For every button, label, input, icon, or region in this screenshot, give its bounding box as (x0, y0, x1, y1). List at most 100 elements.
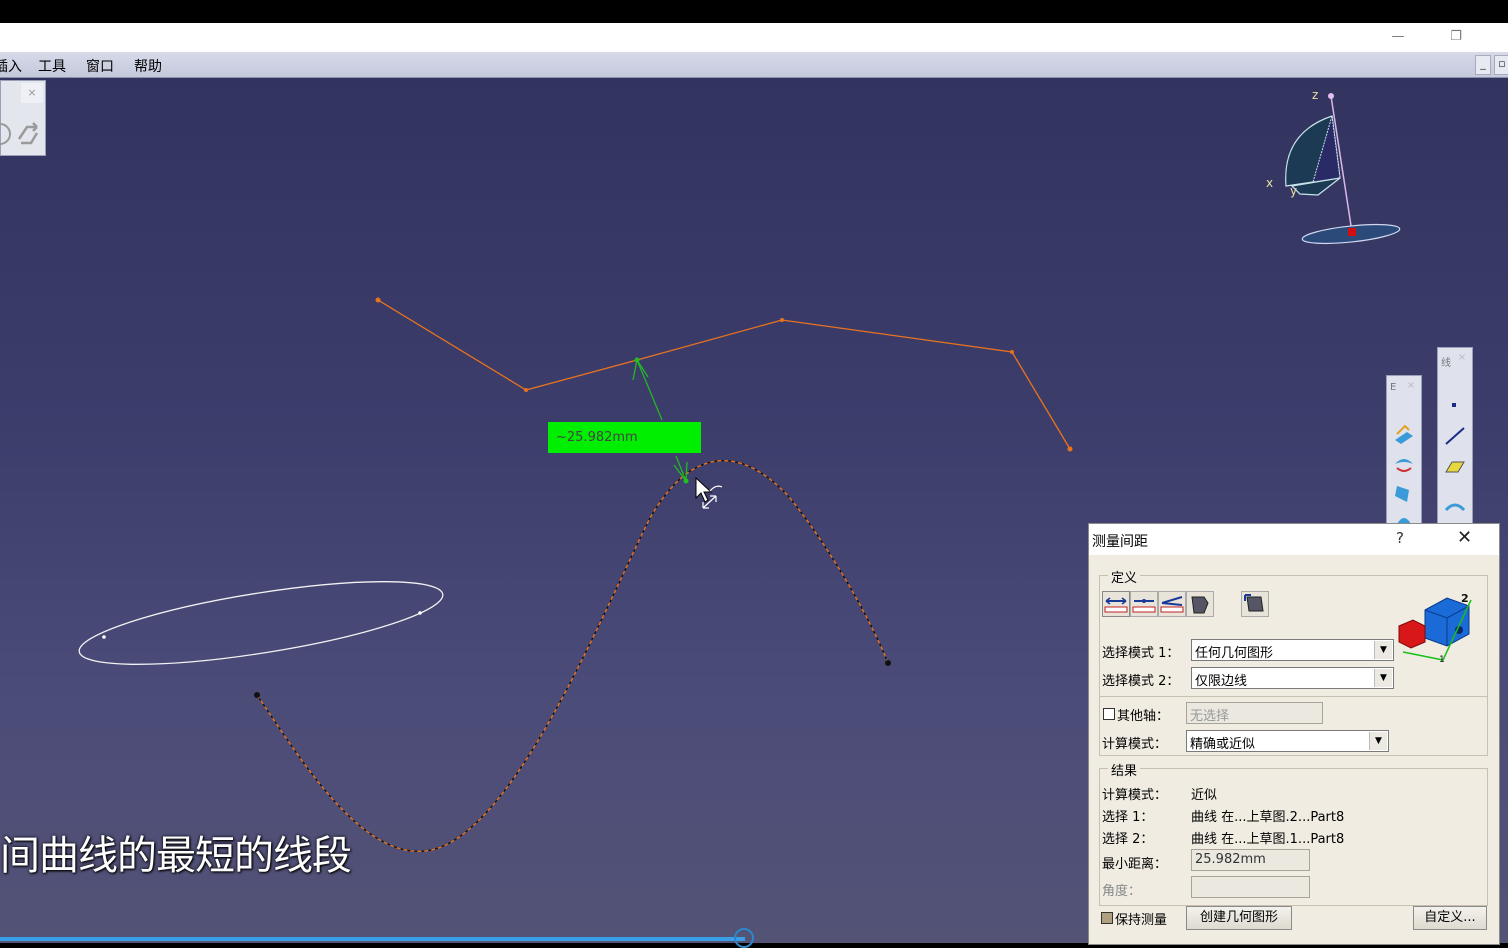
chevron-down-icon[interactable]: ▼ (1369, 732, 1387, 750)
svg-text:2: 2 (1461, 592, 1469, 605)
measure-chain-icon[interactable] (1130, 591, 1158, 617)
line-icon[interactable] (1442, 424, 1468, 448)
polyline-vertex (524, 388, 528, 392)
menu-window[interactable]: 窗口 (86, 56, 114, 76)
compass-y-label: y (1290, 184, 1298, 198)
wireframe-toolbar: 线 × (1437, 347, 1473, 527)
video-progress-bar[interactable] (0, 937, 745, 941)
plane-icon[interactable] (1442, 454, 1468, 478)
toolbar-close-icon[interactable]: × (1454, 350, 1470, 366)
compass-z-label: z (1312, 88, 1319, 102)
calc-mode-dropdown[interactable]: 精确或近似 ▼ (1186, 730, 1389, 752)
selection-1-value: 曲线 在...上草图.2...Part8 (1191, 810, 1345, 825)
selection-1-label: 选择 1： (1102, 810, 1154, 825)
menu-bar: 插入 工具 窗口 帮助 (0, 52, 1508, 78)
min-distance-field: 25.982mm (1191, 849, 1310, 871)
doc-restore-button[interactable]: ▫ (1494, 55, 1508, 75)
minimize-button[interactable]: — (1389, 28, 1407, 46)
polyline-sketch-2 (377, 299, 1071, 450)
result-calc-mode-value: 近似 (1191, 788, 1218, 803)
create-geometry-button[interactable]: 创建几何图形 (1186, 906, 1292, 930)
angle-label: 角度： (1102, 884, 1142, 899)
angle-field (1191, 876, 1310, 898)
definition-group-label: 定义 (1108, 567, 1141, 586)
measurement-label: ~25.982mm (548, 422, 701, 453)
compass-icon (1285, 93, 1401, 245)
calc-mode-label: 计算模式： (1102, 737, 1168, 752)
polyline-vertex (1010, 350, 1014, 354)
title-bar (0, 23, 1508, 52)
select-mode-2-label: 选择模式 2： (1102, 674, 1180, 689)
result-group-label: 结果 (1108, 760, 1141, 779)
chevron-down-icon[interactable]: ▼ (1374, 669, 1392, 687)
measure-fan-icon[interactable] (1158, 591, 1186, 617)
select-mode-1-dropdown[interactable]: 任何几何图形 ▼ (1191, 639, 1394, 661)
other-axis-label: 其他轴： (1117, 709, 1170, 724)
update-icon[interactable] (13, 119, 43, 149)
ellipse-curve (78, 581, 444, 665)
toolbar-close-icon[interactable]: × (21, 83, 43, 103)
select-mode-1-value: 任何几何图形 (1195, 646, 1274, 661)
svg-text:1: 1 (1439, 655, 1445, 665)
selection-2-label: 选择 2： (1102, 832, 1154, 847)
sweep-surface-icon[interactable] (1391, 480, 1417, 504)
other-axis-checkbox[interactable] (1103, 708, 1115, 720)
projection-icon[interactable] (1442, 494, 1468, 518)
other-axis-placeholder: 无选择 (1190, 709, 1230, 724)
doc-minimize-button[interactable]: _ (1475, 55, 1491, 75)
measurement-value: ~25.982mm (556, 430, 638, 445)
chevron-down-icon[interactable]: ▼ (1374, 641, 1392, 659)
min-distance-label: 最小距离： (1102, 857, 1168, 872)
top-black-bar (0, 0, 1508, 23)
keep-measure-label: 保持测量 (1115, 913, 1168, 928)
spline-curve-highlight (256, 460, 889, 852)
polyline-vertex (1067, 446, 1073, 452)
customize-button[interactable]: 自定义... (1413, 906, 1487, 930)
calc-mode-value: 精确或近似 (1190, 737, 1256, 752)
menu-help[interactable]: 帮助 (134, 56, 162, 76)
measure-thickness-icon[interactable] (1241, 591, 1269, 617)
measure-between-icon[interactable] (1102, 591, 1130, 617)
toolbar-title: E (1390, 382, 1397, 393)
surface-toolbar: E × (1386, 375, 1422, 528)
spline-curve-sketch-1 (256, 460, 889, 852)
video-subtitle: 间曲线的最短的线段 (0, 833, 352, 879)
menu-insert[interactable]: 插入 (0, 56, 22, 76)
polyline-vertex (780, 318, 784, 322)
point-icon[interactable] (1442, 394, 1468, 418)
result-calc-mode-label: 计算模式： (1102, 788, 1168, 803)
select-mode-2-dropdown[interactable]: 仅限边线 ▼ (1191, 667, 1394, 689)
measure-line-bottom (675, 455, 687, 482)
ellipse-point (418, 611, 422, 615)
measure-endpoint (683, 478, 689, 484)
toolbar-close-icon[interactable]: × (1403, 378, 1419, 394)
dialog-title-bar: 测量间距 ? ✕ (1089, 524, 1499, 555)
select-mode-2-value: 仅限边线 (1195, 674, 1248, 689)
measure-item-icon[interactable] (1186, 591, 1214, 617)
extrude-surface-icon[interactable] (1391, 422, 1417, 446)
polyline-vertex (375, 297, 381, 303)
video-progress-knob[interactable] (734, 928, 754, 948)
spline-endpoint (254, 692, 260, 698)
revolve-surface-icon[interactable] (1391, 452, 1417, 476)
measure-line-top (636, 359, 663, 421)
help-button[interactable]: ? (1396, 529, 1404, 547)
compass-x-label: x (1266, 176, 1274, 190)
keep-measure-checkbox[interactable] (1101, 912, 1113, 924)
measure-arrow-top (632, 359, 649, 381)
left-toolbar: × (0, 80, 46, 156)
select-mode-1-label: 选择模式 1： (1102, 646, 1180, 661)
spline-endpoint (885, 660, 891, 666)
measure-between-dialog: 测量间距 ? ✕ 定义 2 1 选择模式 1： 任何几何图形 ▼ 选择模式 2：… (1088, 523, 1500, 945)
ellipse-point (102, 635, 106, 639)
mouse-cursor-icon (695, 476, 713, 503)
restore-button[interactable]: ❐ (1447, 28, 1465, 46)
close-button[interactable]: ✕ (1457, 527, 1472, 548)
menu-tools[interactable]: 工具 (38, 56, 66, 76)
selection-2-value: 曲线 在...上草图.1...Part8 (1191, 832, 1345, 847)
toolbar-title: 线 (1441, 358, 1451, 369)
measure-illustration-icon: 2 1 (1398, 592, 1472, 665)
measure-endpoint (634, 357, 640, 363)
min-distance-value: 25.982mm (1195, 852, 1266, 867)
other-axis-field[interactable]: 无选择 (1186, 702, 1323, 724)
